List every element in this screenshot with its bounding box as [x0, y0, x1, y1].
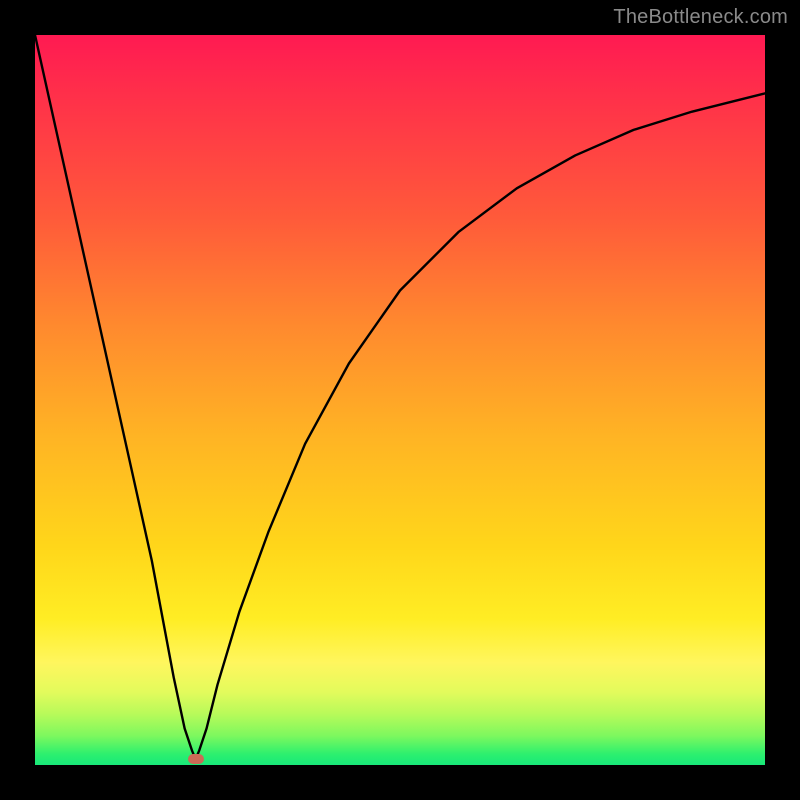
- min-point-marker: [188, 754, 204, 764]
- plot-area: [35, 35, 765, 765]
- watermark-text: TheBottleneck.com: [613, 6, 788, 29]
- bottleneck-curve: [35, 35, 765, 765]
- chart-frame: TheBottleneck.com: [0, 0, 800, 800]
